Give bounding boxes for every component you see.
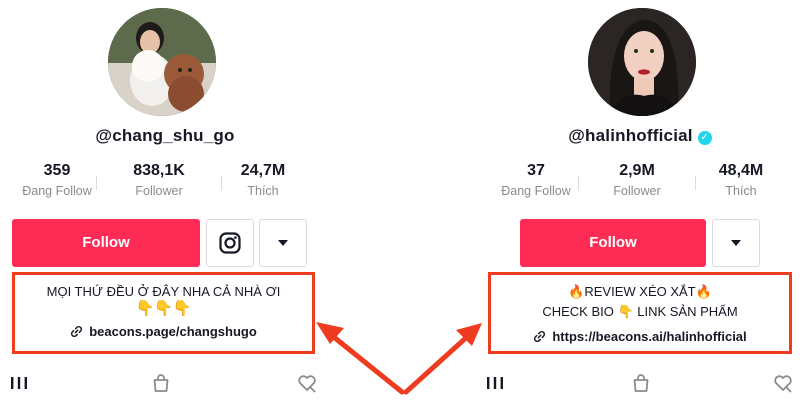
avatar-photo (588, 8, 696, 116)
grid-icon[interactable] (484, 372, 506, 394)
bio-highlight-box: MỌI THỨ ĐỀU Ở ĐÂY NHA CẢ NHÀ ƠI 👇👇👇 beac… (12, 272, 315, 354)
username-text: @halinhofficial (568, 126, 693, 145)
stat-likes: 24,7M Thích (222, 162, 304, 198)
arrow-left (327, 331, 405, 395)
arrow-right (403, 333, 471, 395)
profile-halinhofficial: @halinhofficial ✓ 37 Đang Follow 2,9M Fol… (480, 0, 800, 400)
stat-following[interactable]: 359 Đang Follow (18, 162, 96, 198)
stat-label: Follower (135, 184, 183, 198)
stat-value: 24,7M (240, 162, 286, 179)
verified-badge-icon: ✓ (697, 131, 712, 145)
bio-link-text: https://beacons.ai/halinhofficial (552, 329, 747, 344)
stat-value: 37 (527, 162, 545, 179)
grid-icon[interactable] (8, 372, 30, 394)
stat-value: 838,1K (133, 162, 185, 179)
link-icon (534, 330, 546, 343)
bio-link-text: beacons.page/changshugo (89, 324, 257, 339)
avatar[interactable] (108, 8, 216, 116)
bio-link[interactable]: https://beacons.ai/halinhofficial (491, 329, 789, 344)
stat-label: Đang Follow (22, 184, 92, 198)
shopping-bag-icon[interactable] (150, 372, 172, 394)
stat-label: Đang Follow (501, 184, 571, 198)
stat-value: 359 (43, 162, 71, 179)
stats-row: 37 Đang Follow 2,9M Follower 48,4M Thích (494, 162, 786, 198)
stat-value: 48,4M (718, 162, 764, 179)
username: @halinhofficial ✓ (480, 126, 800, 146)
stat-followers[interactable]: 2,9M Follower (579, 162, 695, 198)
follow-button[interactable]: Follow (520, 219, 706, 267)
profile-chang-shu-go: @chang_shu_go 359 Đang Follow 838,1K Fol… (0, 0, 330, 400)
stat-label: Thích (247, 184, 279, 198)
instagram-icon (219, 232, 241, 254)
bio-link[interactable]: beacons.page/changshugo (15, 324, 312, 339)
username: @chang_shu_go (95, 126, 235, 145)
bio-line: 🔥REVIEW XÉO XẮT🔥 (568, 284, 712, 299)
stats-row: 359 Đang Follow 838,1K Follower 24,7M Th… (18, 162, 304, 198)
follow-button[interactable]: Follow (12, 219, 200, 267)
bio-line: 👇👇👇 (135, 300, 192, 317)
avatar[interactable] (588, 8, 696, 116)
more-options-button[interactable] (259, 219, 307, 267)
stat-label: Thích (725, 184, 757, 198)
arrow-right-head (456, 323, 482, 346)
bio-line: MỌI THỨ ĐỀU Ở ĐÂY NHA CẢ NHÀ ƠI (46, 284, 281, 299)
caret-down-icon (731, 240, 741, 246)
liked-icon[interactable] (772, 372, 794, 394)
link-icon (71, 325, 83, 338)
caret-down-icon (278, 240, 288, 246)
bio-highlight-box: 🔥REVIEW XÉO XẮT🔥 CHECK BIO 👇 LINK SẢN PH… (488, 272, 792, 354)
stat-followers[interactable]: 838,1K Follower (97, 162, 221, 198)
liked-icon[interactable] (296, 372, 318, 394)
stat-following[interactable]: 37 Đang Follow (494, 162, 578, 198)
instagram-button[interactable] (206, 219, 254, 267)
shopping-bag-icon[interactable] (630, 372, 652, 394)
more-options-button[interactable] (712, 219, 760, 267)
stat-label: Follower (613, 184, 661, 198)
avatar-photo (108, 8, 216, 116)
stat-likes: 48,4M Thích (696, 162, 786, 198)
stat-value: 2,9M (619, 162, 655, 179)
bio-line: CHECK BIO 👇 LINK SẢN PHẨM (542, 304, 738, 319)
